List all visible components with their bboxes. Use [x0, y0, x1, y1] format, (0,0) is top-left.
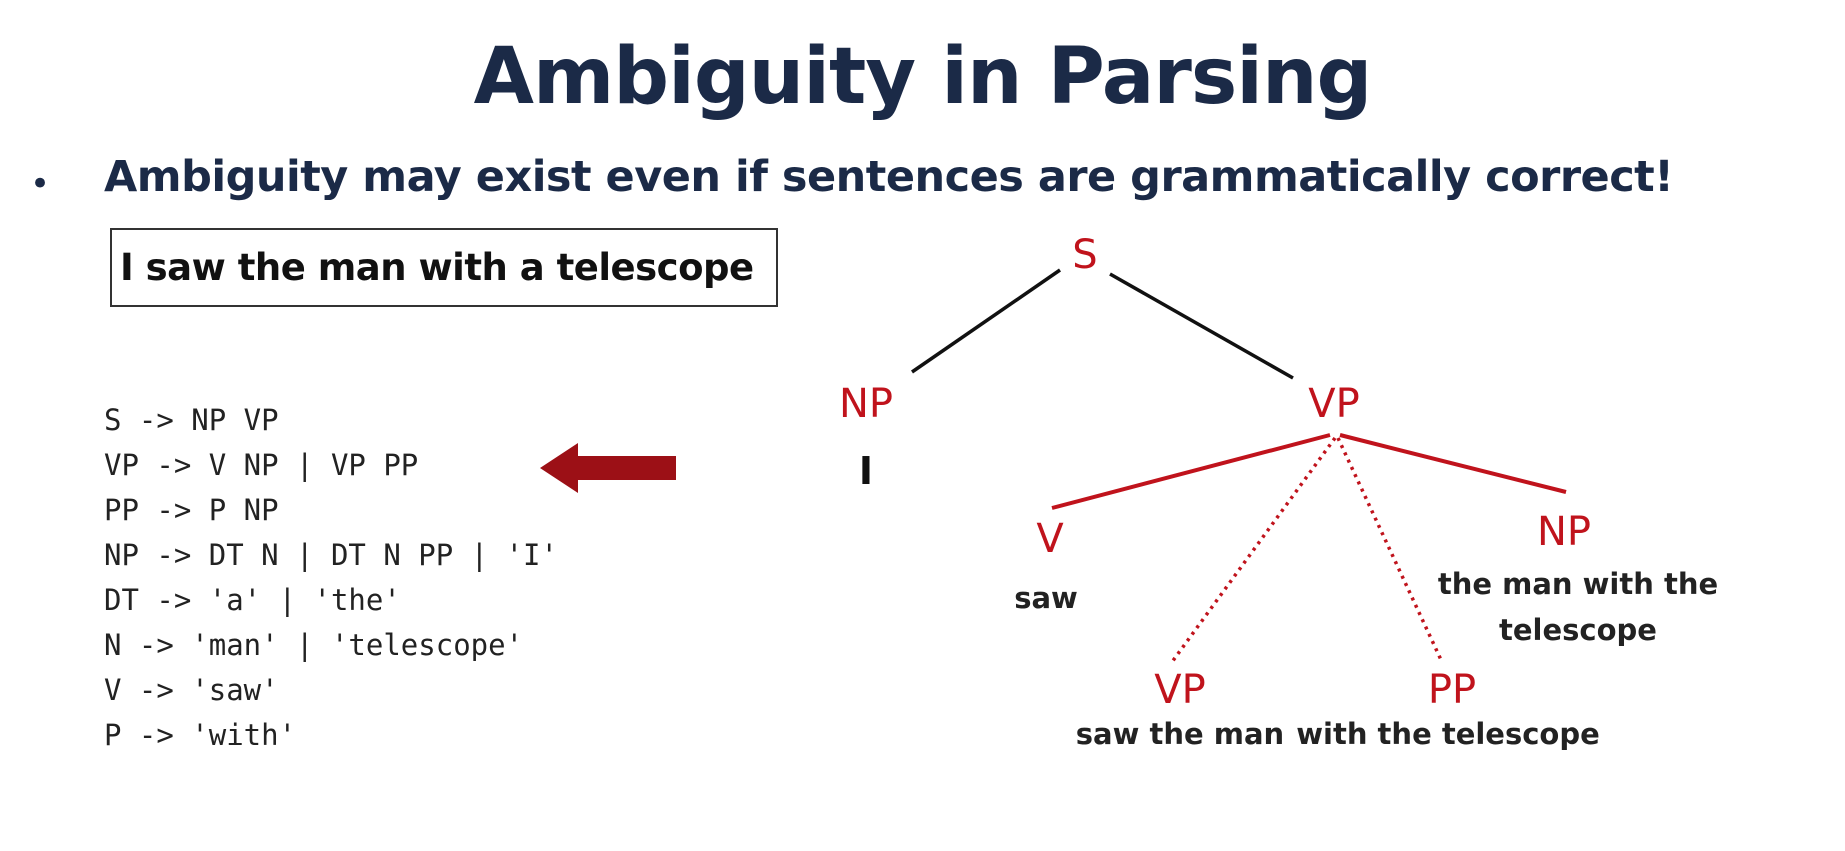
edge-vp-np	[1339, 433, 1567, 494]
node-s: S	[1072, 232, 1097, 278]
node-vp-low: VP	[1154, 667, 1205, 713]
edge-s-np	[911, 268, 1061, 374]
edge-vp-v	[1051, 433, 1331, 510]
node-pp-low: PP	[1428, 667, 1476, 713]
parse-tree-diagram: S NP I VP V saw NP the man with the tele…	[839, 232, 1718, 751]
node-np-right: NP	[1537, 509, 1591, 555]
slide: Ambiguity in Parsing • Ambiguity may exi…	[0, 0, 1845, 851]
node-np-top: NP	[839, 381, 893, 427]
edge-s-vp	[1109, 272, 1294, 380]
leaf-vp-low: saw the man	[1076, 717, 1284, 751]
leaf-saw: saw	[1014, 581, 1078, 615]
leaf-np-right-line2: telescope	[1499, 613, 1657, 647]
node-vp-top: VP	[1308, 381, 1359, 427]
leaf-np-right-line1: the man with the	[1438, 567, 1718, 601]
leaf-i: I	[859, 449, 873, 493]
leaf-pp-low: with the telescope	[1296, 717, 1600, 751]
edge-vp-pp-dotted	[1336, 437, 1444, 663]
node-v: V	[1036, 516, 1064, 562]
